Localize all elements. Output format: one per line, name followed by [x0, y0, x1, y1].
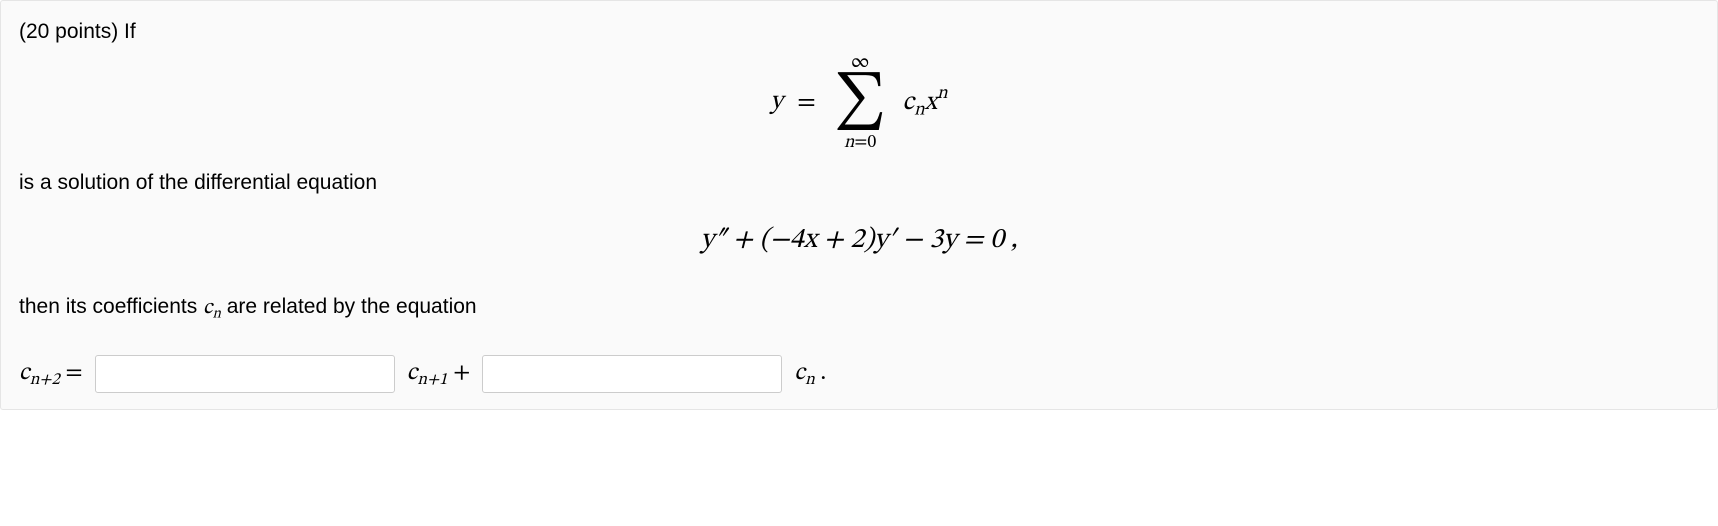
points-prefix: (20 points) If [19, 17, 1699, 46]
sum-upper: ∞ [834, 52, 886, 72]
answer-row: cn+2 = cn+1 + cn . [19, 355, 1699, 393]
summation-term: cnxn [903, 90, 948, 116]
series-definition: y = ∞ ∑ n=0 cnxn [19, 74, 1699, 130]
c-n-plus-1: cn+1 + [407, 358, 471, 390]
sigma-icon: ∑ [834, 74, 886, 130]
ode-equation: y″ + (−4x + 2)y′ − 3y = 0 , [19, 226, 1699, 254]
bottom-text: then its coefficients cn are related by … [19, 292, 1699, 325]
middle-text: is a solution of the differential equati… [19, 168, 1699, 197]
answer-input-2[interactable] [482, 355, 782, 393]
c-n-plus-2: cn+2 = [19, 358, 83, 390]
answer-input-1[interactable] [95, 355, 395, 393]
equals-sign: = [797, 90, 816, 116]
question-container: (20 points) If y = ∞ ∑ n=0 cnxn is a sol… [0, 0, 1718, 410]
c-n: cn . [794, 358, 826, 390]
series-lhs: y [770, 90, 783, 116]
coeff-symbol: cn [203, 297, 221, 318]
sum-lower: n=0 [834, 134, 886, 152]
summation-block: ∞ ∑ n=0 [834, 74, 886, 130]
